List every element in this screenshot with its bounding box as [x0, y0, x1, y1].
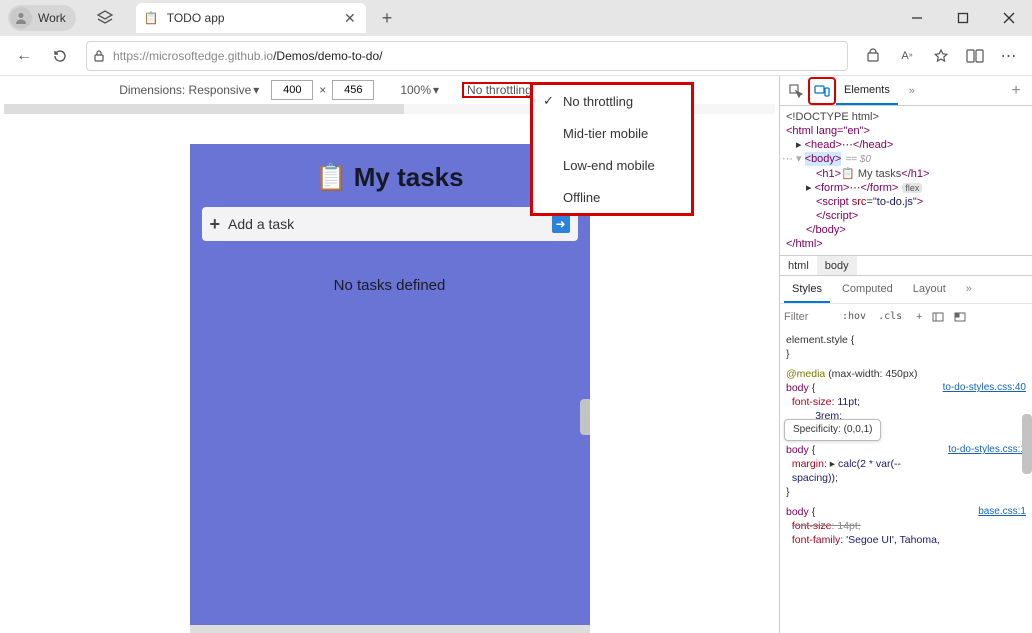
- shopping-icon[interactable]: [856, 39, 890, 73]
- devtools-panel: Elements » + <!DOCTYPE html> <html lang=…: [780, 76, 1032, 633]
- url-host: https://microsoftedge.github.io: [113, 49, 273, 63]
- zoom-dropdown[interactable]: 100% ▾: [396, 83, 443, 97]
- throttling-menu: No throttling Mid-tier mobile Low-end mo…: [530, 82, 694, 216]
- styles-filter-input[interactable]: [784, 311, 834, 323]
- tab-elements[interactable]: Elements: [836, 76, 898, 105]
- styles-filter-row: :hov .cls +: [780, 303, 1032, 329]
- new-rule-icon[interactable]: +: [910, 311, 928, 323]
- tab-title: TODO app: [167, 11, 225, 25]
- plus-icon: +: [210, 214, 221, 235]
- clipboard-icon: 📋: [315, 162, 347, 192]
- hov-toggle[interactable]: :hov: [838, 311, 870, 322]
- tab-layout[interactable]: Layout: [905, 276, 954, 303]
- close-tab-button[interactable]: ✕: [342, 10, 358, 27]
- crumb-html[interactable]: html: [780, 256, 817, 276]
- profile-chip[interactable]: Work: [8, 5, 76, 31]
- browser-toolbar: ← https://microsoftedge.github.io/Demos/…: [0, 36, 1032, 76]
- height-input[interactable]: [332, 80, 374, 100]
- reader-icon[interactable]: A»: [890, 39, 924, 73]
- new-style-rule-button[interactable]: +: [1004, 79, 1028, 103]
- menu-button[interactable]: ⋯: [992, 39, 1026, 73]
- submit-task-button[interactable]: ➜: [552, 215, 570, 233]
- maximize-button[interactable]: [940, 0, 986, 36]
- add-task-input[interactable]: + Add a task ➜: [202, 207, 578, 241]
- lock-icon: [93, 49, 105, 63]
- favorite-button[interactable]: [924, 39, 958, 73]
- split-screen-icon[interactable]: [958, 39, 992, 73]
- frame-resize-handle[interactable]: [190, 625, 590, 633]
- browser-tab[interactable]: 📋 TODO app ✕: [136, 3, 366, 33]
- devtools-scrollbar[interactable]: [1022, 414, 1032, 474]
- profile-label: Work: [38, 11, 66, 25]
- tab-styles[interactable]: Styles: [784, 276, 830, 303]
- minimize-button[interactable]: [894, 0, 940, 36]
- clipboard-icon: 📋: [144, 11, 159, 25]
- close-window-button[interactable]: [986, 0, 1032, 36]
- no-tasks-message: No tasks defined: [202, 277, 578, 294]
- devtools-tabbar: Elements » +: [780, 76, 1032, 106]
- workspaces-icon[interactable]: [96, 9, 114, 27]
- throttling-option-offline[interactable]: Offline: [533, 181, 691, 213]
- throttling-option-lowend[interactable]: Low-end mobile: [533, 149, 691, 181]
- crumb-body[interactable]: body: [817, 256, 857, 276]
- device-emulation-button[interactable]: [810, 79, 834, 103]
- width-input[interactable]: [271, 80, 313, 100]
- url-path: /Demos/demo-to-do/: [273, 49, 382, 63]
- address-bar[interactable]: https://microsoftedge.github.io/Demos/de…: [86, 41, 848, 71]
- frame-scrollbar[interactable]: [580, 399, 590, 435]
- specificity-tooltip: Specificity: (0,0,1): [784, 419, 881, 441]
- add-task-label: Add a task: [228, 216, 294, 232]
- tab-computed[interactable]: Computed: [834, 276, 901, 303]
- throttling-option-midtier[interactable]: Mid-tier mobile: [533, 117, 691, 149]
- inspect-element-button[interactable]: [784, 79, 808, 103]
- dom-breadcrumbs[interactable]: html body: [780, 255, 1032, 275]
- window-titlebar: Work 📋 TODO app ✕ +: [0, 0, 1032, 36]
- refresh-button[interactable]: [42, 38, 78, 74]
- more-styles-tabs-icon[interactable]: »: [958, 276, 980, 303]
- throttling-option-none[interactable]: No throttling: [533, 85, 691, 117]
- styles-rules[interactable]: element.style {} @media (max-width: 450p…: [780, 329, 1032, 557]
- app-heading: 📋My tasks: [202, 162, 578, 193]
- dimension-separator: ×: [319, 83, 326, 97]
- new-tab-button[interactable]: +: [376, 6, 399, 31]
- styles-tabbar: Styles Computed Layout »: [780, 275, 1032, 303]
- cls-toggle[interactable]: .cls: [874, 311, 906, 322]
- dimensions-dropdown[interactable]: Dimensions: Responsive ▾: [115, 83, 263, 97]
- rendering-icon[interactable]: [954, 312, 972, 322]
- dom-tree[interactable]: <!DOCTYPE html> <html lang="en"> ▸ <head…: [780, 106, 1032, 255]
- more-tabs-icon[interactable]: »: [900, 79, 924, 103]
- computed-sidebar-icon[interactable]: [932, 312, 950, 322]
- back-button[interactable]: ←: [6, 38, 42, 74]
- profile-avatar-icon: [10, 7, 32, 29]
